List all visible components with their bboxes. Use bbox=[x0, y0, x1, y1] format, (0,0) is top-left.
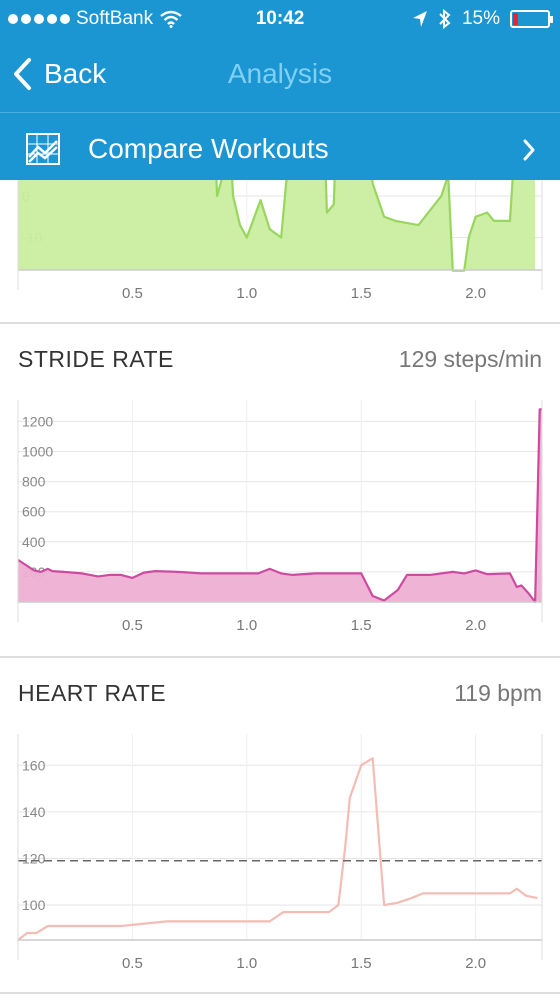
battery-percent: 15% bbox=[461, 8, 500, 29]
nav-bar: Back Analysis bbox=[0, 38, 560, 112]
page-title: Analysis bbox=[227, 58, 333, 89]
status-right: 15% bbox=[412, 8, 553, 30]
y-tick-label: 1000 bbox=[22, 444, 53, 460]
stride-rate-card: STRIDE RATE 129 steps/min 20040060080010… bbox=[0, 324, 560, 654]
chevron-right-icon bbox=[523, 139, 535, 161]
x-tick-label: 2.0 bbox=[465, 955, 486, 972]
partial-area-chart: 0-100.51.01.52.0 bbox=[17, 70, 543, 302]
series-area bbox=[18, 71, 536, 271]
battery-icon bbox=[510, 10, 553, 28]
x-tick-label: 0.5 bbox=[122, 617, 143, 634]
heart-rate-card: HEART RATE 119 bpm 100 120 140 160 0.5 1.0 1.5… bbox=[0, 658, 560, 992]
compare-chart-icon bbox=[26, 133, 60, 165]
heart-rate-chart: 100 120 140 160 0.5 1.0 1.5 2.0 bbox=[17, 734, 543, 972]
y-tick-label: 120 bbox=[22, 850, 46, 866]
y-tick-label: 100 bbox=[22, 897, 46, 913]
x-tick-label: 1.5 bbox=[351, 955, 372, 972]
app-header: SoftBank 10:42 15% Back Analysis bbox=[0, 0, 560, 112]
y-tick-label: 800 bbox=[22, 474, 46, 490]
heart-rate-title: HEART RATE bbox=[18, 680, 167, 706]
x-tick-label: 1.0 bbox=[236, 955, 257, 972]
battery-level bbox=[513, 13, 518, 25]
stride-rate-value: 129 steps/min bbox=[398, 346, 542, 372]
x-tick-label: 1.5 bbox=[351, 617, 372, 634]
y-tick-label: 600 bbox=[22, 504, 46, 520]
status-bar: SoftBank 10:42 15% bbox=[0, 0, 560, 38]
x-tick-label: 2.0 bbox=[465, 285, 486, 302]
compare-workouts-button[interactable]: Compare Workouts bbox=[0, 112, 560, 180]
stride-rate-chart: 200400600800100012000.51.01.52.0 bbox=[17, 400, 543, 634]
heart-rate-value: 119 bpm bbox=[454, 680, 542, 706]
x-tick-label: 0.5 bbox=[122, 285, 143, 302]
y-tick-label: 400 bbox=[22, 534, 46, 550]
x-tick-label: 1.0 bbox=[236, 285, 257, 302]
x-tick-label: 1.5 bbox=[351, 285, 372, 302]
y-tick-label: 160 bbox=[22, 757, 46, 773]
x-tick-label: 2.0 bbox=[465, 617, 486, 634]
x-tick-label: 1.0 bbox=[236, 617, 257, 634]
series-line bbox=[17, 757, 538, 941]
y-tick-label: 1200 bbox=[22, 413, 53, 429]
series-line bbox=[17, 408, 542, 604]
compare-workouts-label: Compare Workouts bbox=[88, 133, 329, 164]
elevation-chart-card: 0-100.51.01.52.0 bbox=[0, 70, 560, 322]
x-tick-label: 0.5 bbox=[122, 955, 143, 972]
stride-rate-title: STRIDE RATE bbox=[18, 346, 174, 372]
bluetooth-icon bbox=[439, 9, 451, 29]
location-arrow-icon bbox=[412, 11, 427, 27]
y-tick-label: 140 bbox=[22, 804, 46, 820]
